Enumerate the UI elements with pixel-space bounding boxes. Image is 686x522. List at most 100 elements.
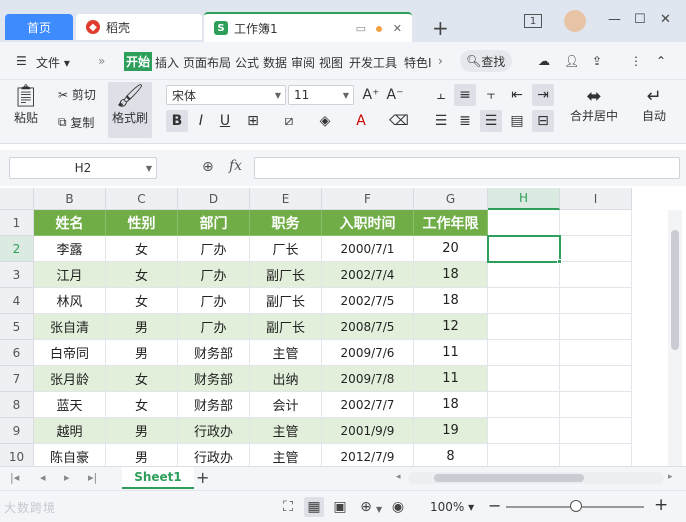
close-window-icon[interactable]: ✕	[660, 12, 671, 27]
cell-d6[interactable]: 财务部	[178, 340, 250, 366]
select-all-corner[interactable]	[0, 188, 34, 210]
cell-h2[interactable]	[488, 236, 560, 262]
cell-i5[interactable]	[560, 314, 632, 340]
row-header-6[interactable]: 6	[0, 340, 34, 366]
tab-workbook[interactable]: S 工作簿1 ▭ ✕	[204, 12, 412, 42]
align-middle-icon[interactable]: ≡	[454, 84, 476, 106]
menu-features[interactable]: 特色I	[404, 54, 432, 71]
cell-d10[interactable]: 行政办	[178, 444, 250, 466]
menu-developer[interactable]: 开发工具	[349, 54, 397, 71]
cell-h7[interactable]	[488, 366, 560, 392]
row-header-8[interactable]: 8	[0, 392, 34, 418]
cell-i4[interactable]	[560, 288, 632, 314]
cell-f1[interactable]: 入职时间	[322, 210, 414, 236]
last-sheet-icon[interactable]: ▸|	[88, 471, 97, 484]
cell-g2[interactable]: 20	[414, 236, 488, 262]
monitor-icon[interactable]: ▭	[356, 22, 366, 35]
cell-b2[interactable]: 李露	[34, 236, 106, 262]
hamburger-icon[interactable]: ☰	[16, 54, 27, 68]
normal-view-icon[interactable]: ▦	[304, 497, 324, 517]
cell-e6[interactable]: 主管	[250, 340, 322, 366]
cell-c10[interactable]: 男	[106, 444, 178, 466]
cell-g6[interactable]: 11	[414, 340, 488, 366]
cell-g8[interactable]: 18	[414, 392, 488, 418]
cell-h9[interactable]	[488, 418, 560, 444]
cell-b6[interactable]: 白帝同	[34, 340, 106, 366]
avatar[interactable]	[564, 10, 586, 32]
copy-button[interactable]: ⧉ 复制	[58, 114, 94, 131]
paste-button[interactable]: 📋︎ 粘贴	[12, 84, 40, 126]
first-sheet-icon[interactable]: |◂	[10, 471, 19, 484]
column-header-f[interactable]: F	[322, 188, 414, 210]
font-color-icon[interactable]: A	[350, 110, 372, 132]
cell-i8[interactable]	[560, 392, 632, 418]
row-header-1[interactable]: 1	[0, 210, 34, 236]
cell-b7[interactable]: 张月龄	[34, 366, 106, 392]
prev-sheet-icon[interactable]: ◂	[40, 471, 46, 484]
bold-icon[interactable]: B	[166, 110, 188, 132]
align-left-icon[interactable]: ☰	[430, 110, 452, 132]
zoom-in-button[interactable]: +	[654, 495, 668, 515]
align-bottom-icon[interactable]: ⫟	[480, 84, 502, 106]
cell-i1[interactable]	[560, 210, 632, 236]
maximize-icon[interactable]: ☐	[634, 12, 646, 27]
cell-d4[interactable]: 厂办	[178, 288, 250, 314]
cell-e9[interactable]: 主管	[250, 418, 322, 444]
column-header-g[interactable]: G	[414, 188, 488, 210]
zoom-formula-icon[interactable]: ⊕	[202, 159, 214, 175]
cell-h1[interactable]	[488, 210, 560, 236]
horizontal-scrollbar[interactable]	[408, 472, 664, 484]
cell-h4[interactable]	[488, 288, 560, 314]
cell-d9[interactable]: 行政办	[178, 418, 250, 444]
formula-input[interactable]	[254, 157, 680, 179]
cell-e5[interactable]: 副厂长	[250, 314, 322, 340]
share-user-icon[interactable]: 👤︎	[564, 54, 579, 68]
cell-c5[interactable]: 男	[106, 314, 178, 340]
increase-font-icon[interactable]: A⁺	[360, 84, 382, 106]
menu-review[interactable]: 审阅	[291, 54, 315, 71]
cell-d3[interactable]: 厂办	[178, 262, 250, 288]
cell-e1[interactable]: 职务	[250, 210, 322, 236]
collapse-ribbon-icon[interactable]: ⌃	[656, 54, 666, 68]
cell-g3[interactable]: 18	[414, 262, 488, 288]
cell-f10[interactable]: 2012/7/9	[322, 444, 414, 466]
format-painter-button[interactable]: 🖌︎ 格式刷	[108, 82, 152, 138]
fill-pattern-icon[interactable]: ⧄	[278, 110, 300, 132]
search-button[interactable]: 🔍︎ 查找	[460, 50, 512, 72]
menu-insert[interactable]: 插入	[155, 54, 179, 71]
underline-icon[interactable]: U	[214, 110, 236, 132]
zoom-out-button[interactable]: −	[488, 496, 501, 515]
cell-e2[interactable]: 厂长	[250, 236, 322, 262]
sheet-tab-sheet1[interactable]: Sheet1	[122, 467, 194, 489]
cell-c9[interactable]: 男	[106, 418, 178, 444]
collapse-left-icon[interactable]: »	[98, 54, 105, 68]
cell-d8[interactable]: 财务部	[178, 392, 250, 418]
auto-wrap-button[interactable]: ↵ 自动	[642, 86, 666, 124]
cell-i10[interactable]	[560, 444, 632, 466]
align-top-icon[interactable]: ⫠	[430, 84, 452, 106]
vertical-scrollbar[interactable]	[668, 210, 682, 466]
cell-c1[interactable]: 性别	[106, 210, 178, 236]
cell-b9[interactable]: 越明	[34, 418, 106, 444]
decrease-indent-icon[interactable]: ⇤	[506, 84, 528, 106]
fx-icon[interactable]: fx	[229, 158, 242, 174]
scroll-right-icon[interactable]: ▸	[668, 472, 673, 482]
column-header-d[interactable]: D	[178, 188, 250, 210]
row-header-4[interactable]: 4	[0, 288, 34, 314]
cell-e4[interactable]: 副厂长	[250, 288, 322, 314]
align-right-icon[interactable]: ☰	[480, 110, 502, 132]
cell-f7[interactable]: 2009/7/8	[322, 366, 414, 392]
page-layout-view-icon[interactable]: ▣	[330, 497, 350, 517]
cell-i3[interactable]	[560, 262, 632, 288]
add-tab-button[interactable]: +	[432, 16, 449, 40]
cell-e8[interactable]: 会计	[250, 392, 322, 418]
tab-daoke[interactable]: ◆ 稻壳	[76, 14, 202, 40]
cell-b8[interactable]: 蓝天	[34, 392, 106, 418]
row-header-9[interactable]: 9	[0, 418, 34, 444]
more-options-icon[interactable]: ⋮	[630, 54, 642, 68]
italic-icon[interactable]: I	[190, 110, 212, 132]
chevron-down-icon[interactable]: ▼	[376, 505, 382, 514]
cell-i7[interactable]	[560, 366, 632, 392]
cell-g5[interactable]: 12	[414, 314, 488, 340]
merge-center-button[interactable]: ⬌ 合并居中	[570, 86, 618, 124]
